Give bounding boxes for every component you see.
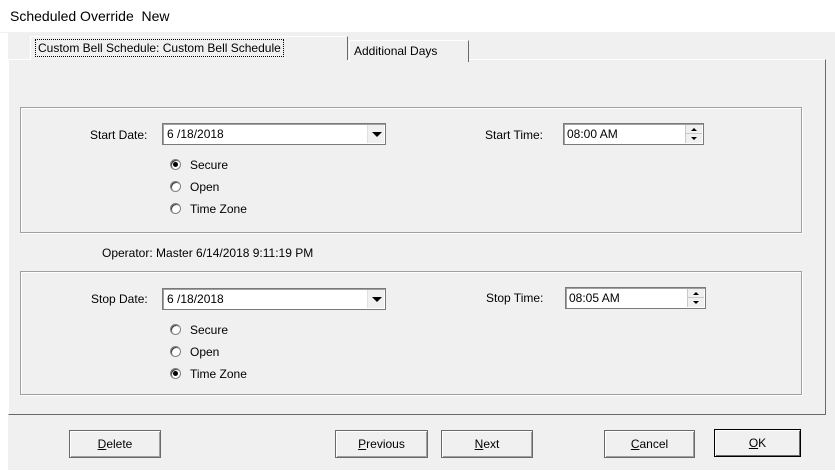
operator-info: Operator: Master 6/14/2018 9:11:19 PM — [102, 246, 314, 260]
stop-date-dropdown[interactable]: 6 /18/2018 — [162, 288, 386, 310]
button-label: ancel — [639, 436, 669, 451]
radio-label: Time Zone — [190, 202, 247, 216]
stop-date-value: 6 /18/2018 — [167, 292, 224, 306]
radio-unselected-icon — [170, 324, 181, 335]
start-date-label: Start Date: — [90, 128, 148, 142]
window-title: Scheduled Override New — [10, 8, 170, 24]
delete-button[interactable]: Delete — [69, 430, 161, 458]
accelerator-key: P — [358, 436, 367, 451]
button-label: elete — [106, 436, 133, 451]
ok-button[interactable]: OK — [714, 429, 801, 457]
radio-label: Open — [190, 345, 220, 359]
stop-date-label: Stop Date: — [91, 292, 148, 306]
tab-label: Additional Days — [354, 44, 438, 58]
tab-custom-bell-schedule[interactable]: Custom Bell Schedule: Custom Bell Schedu… — [30, 36, 348, 60]
spin-down-icon[interactable] — [688, 298, 704, 307]
tab-label: Custom Bell Schedule: Custom Bell Schedu… — [35, 39, 284, 57]
button-label: K — [758, 435, 767, 450]
start-time-value: 08:00 AM — [567, 127, 618, 141]
spin-buttons — [687, 289, 704, 307]
stop-time-label: Stop Time: — [486, 291, 544, 305]
button-label: revious — [366, 436, 405, 451]
radio-selected-icon — [170, 159, 181, 170]
spin-buttons — [685, 125, 702, 143]
stop-time-value: 08:05 AM — [569, 291, 620, 305]
previous-button[interactable]: Previous — [335, 430, 428, 458]
radio-unselected-icon — [170, 346, 181, 357]
button-label: ext — [483, 436, 500, 451]
stop-time-stepper[interactable]: 08:05 AM — [565, 287, 706, 309]
accelerator-key: O — [748, 435, 759, 450]
chevron-down-icon[interactable] — [367, 125, 384, 143]
next-button[interactable]: Next — [441, 430, 533, 458]
start-date-dropdown[interactable]: 6 /18/2018 — [162, 123, 386, 145]
spin-down-icon[interactable] — [686, 134, 702, 143]
radio-unselected-icon — [170, 181, 181, 192]
radio-label: Secure — [190, 158, 229, 172]
start-date-value: 6 /18/2018 — [167, 127, 224, 141]
spin-up-icon[interactable] — [686, 125, 702, 134]
radio-label: Time Zone — [190, 367, 247, 381]
scheduled-override-window: Scheduled Override New Custom Bell Sched… — [0, 0, 835, 473]
radio-unselected-icon — [170, 203, 181, 214]
start-time-label: Start Time: — [485, 128, 544, 142]
radio-selected-icon — [170, 368, 181, 379]
tab-additional-days[interactable]: Additional Days — [349, 40, 469, 62]
radio-label: Open — [190, 180, 220, 194]
cancel-button[interactable]: Cancel — [604, 430, 695, 458]
start-time-stepper[interactable]: 08:00 AM — [563, 123, 704, 145]
title-bar[interactable]: Scheduled Override New — [0, 0, 835, 33]
radio-label: Secure — [190, 323, 229, 337]
chevron-down-icon[interactable] — [367, 290, 384, 308]
accelerator-key: D — [97, 436, 107, 451]
spin-up-icon[interactable] — [688, 289, 704, 298]
